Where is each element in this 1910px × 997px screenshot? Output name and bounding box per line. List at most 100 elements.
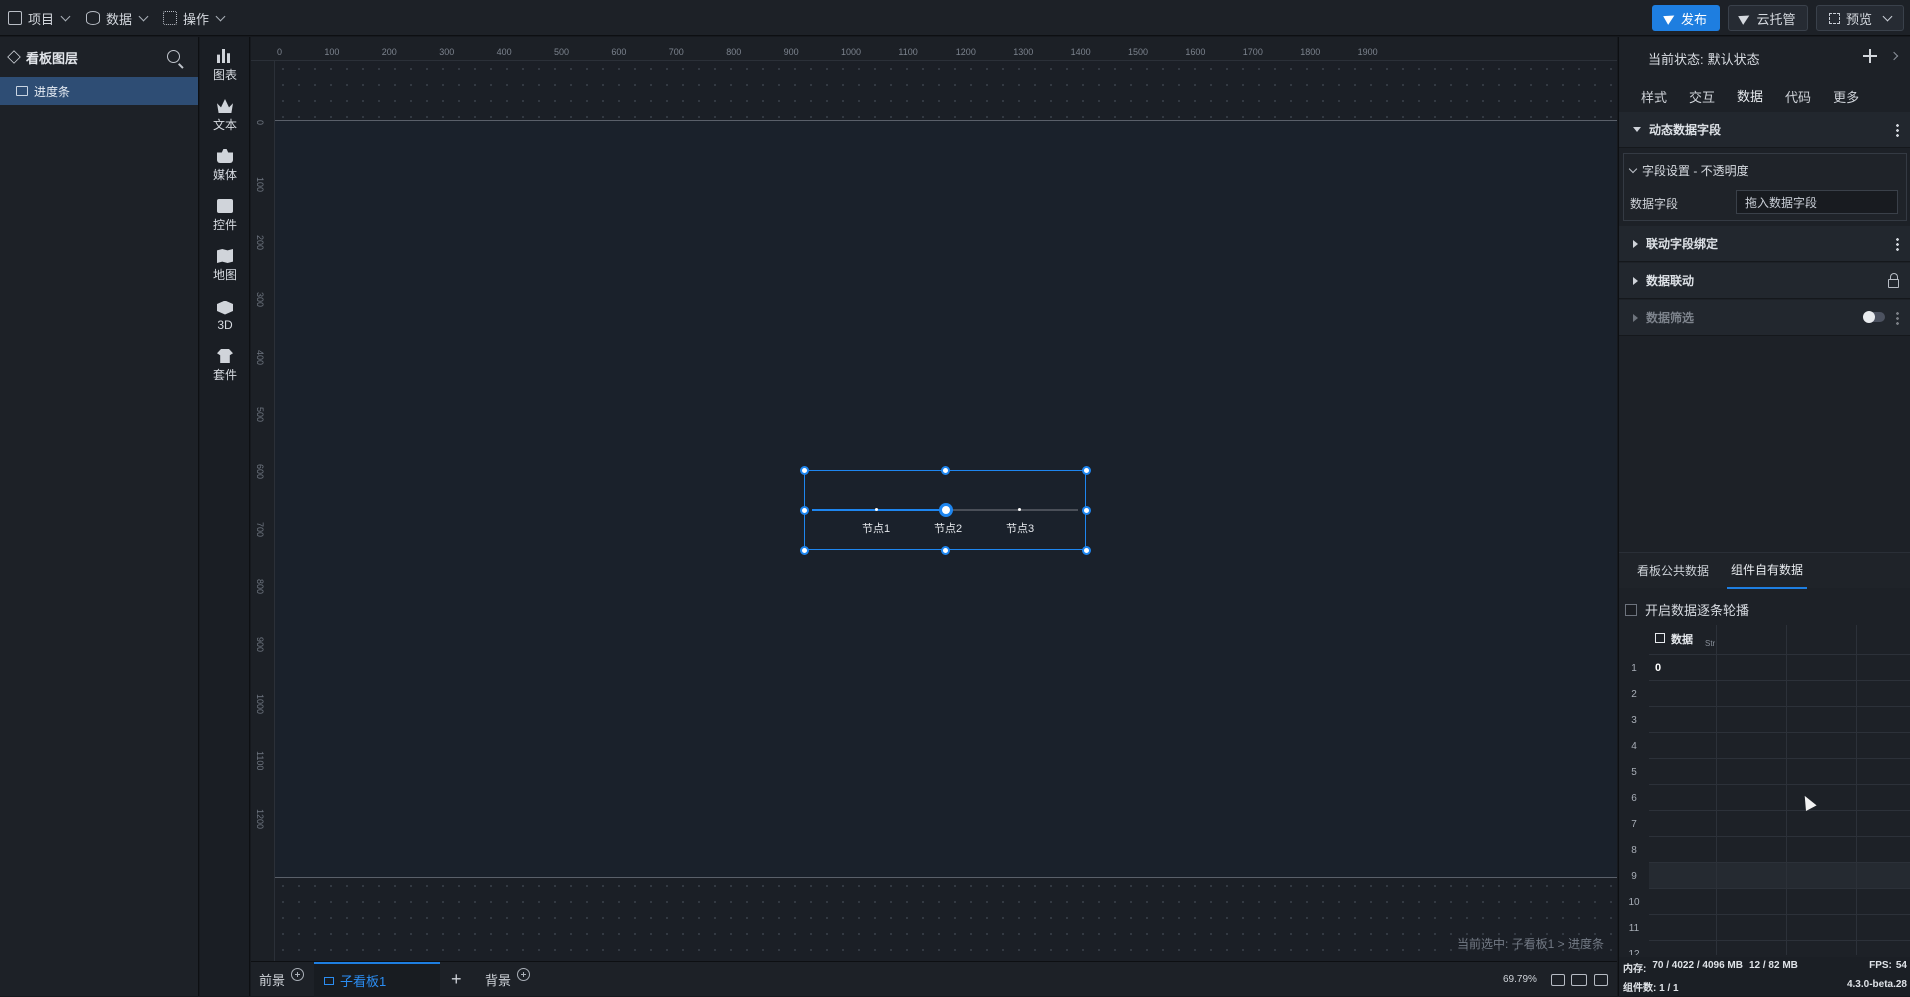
grid-cell[interactable]: [1857, 863, 1910, 889]
more-vertical-icon[interactable]: [1896, 237, 1899, 251]
menu-data[interactable]: 数据: [86, 0, 149, 36]
carousel-checkbox[interactable]: [1625, 603, 1637, 616]
terminal-icon[interactable]: [1594, 974, 1608, 986]
grid-cell[interactable]: [1787, 707, 1857, 733]
grid-cell[interactable]: 0: [1649, 655, 1717, 681]
resize-handle[interactable]: [1082, 506, 1091, 515]
carousel-option[interactable]: 开启数据逐条轮播: [1625, 600, 1749, 619]
ruler-vertical[interactable]: 0 100 200 300 400 500 600 700 800 900 1000 1100 1200: [251, 61, 275, 961]
lock-icon[interactable]: [1888, 273, 1899, 288]
grid-cell[interactable]: [1649, 733, 1717, 759]
grid-cell[interactable]: [1857, 759, 1910, 785]
data-field-dropzone[interactable]: 拖入数据字段: [1736, 190, 1898, 214]
grid-cell[interactable]: [1857, 681, 1910, 707]
grid-header-cell[interactable]: [1787, 625, 1857, 655]
grid-cell[interactable]: [1857, 733, 1910, 759]
grid-cell[interactable]: [1717, 837, 1787, 863]
section-linked-fields[interactable]: 联动字段绑定: [1619, 226, 1910, 262]
grid-cell[interactable]: [1787, 681, 1857, 707]
tab-interaction[interactable]: 交互: [1685, 79, 1719, 115]
fit-screen-icon[interactable]: [1551, 974, 1565, 986]
section-data-filter[interactable]: 数据筛选: [1619, 300, 1910, 336]
grid-cell[interactable]: [1857, 785, 1910, 811]
tool-text[interactable]: 文本: [200, 91, 250, 141]
tab-public-data[interactable]: 看板公共数据: [1633, 553, 1713, 589]
tab-sub-board[interactable]: 子看板1: [314, 962, 440, 997]
grid-cell[interactable]: [1717, 889, 1787, 915]
tool-widget[interactable]: 控件: [200, 191, 250, 241]
grid-header-cell[interactable]: [1857, 625, 1910, 655]
grid-cell[interactable]: [1717, 733, 1787, 759]
preview-button[interactable]: 预览: [1816, 5, 1904, 31]
resize-handle[interactable]: [800, 506, 809, 515]
ruler-horizontal[interactable]: 0 100 200 300 400 500 600 700 800 900 1000 1100 1200…: [251, 37, 1617, 61]
selected-progress-widget[interactable]: [804, 470, 1086, 550]
field-setting-header[interactable]: 字段设置 - 不透明度: [1628, 162, 1749, 179]
grid-cell[interactable]: [1857, 811, 1910, 837]
grid-cell[interactable]: [1857, 941, 1910, 955]
grid-cell[interactable]: [1717, 915, 1787, 941]
tab-more[interactable]: 更多: [1829, 79, 1863, 115]
grid-cell[interactable]: [1649, 941, 1717, 955]
grid-cell[interactable]: [1649, 889, 1717, 915]
grid-cell[interactable]: [1649, 681, 1717, 707]
grid-cell[interactable]: [1649, 915, 1717, 941]
section-dynamic-fields[interactable]: 动态数据字段: [1619, 112, 1910, 148]
grid-cell[interactable]: [1717, 655, 1787, 681]
grid-cell[interactable]: [1787, 889, 1857, 915]
grid-header-cell[interactable]: 数据 Str: [1649, 625, 1717, 655]
grid-cell[interactable]: [1649, 785, 1717, 811]
layer-item-progress[interactable]: 进度条: [0, 77, 198, 105]
grid-cell[interactable]: [1649, 863, 1717, 889]
grid-cell[interactable]: [1717, 681, 1787, 707]
add-state-icon[interactable]: [1863, 49, 1877, 63]
grid-cell[interactable]: [1649, 837, 1717, 863]
tab-data[interactable]: 数据: [1733, 79, 1768, 115]
grid-cell[interactable]: [1857, 655, 1910, 681]
grid-cell[interactable]: [1857, 889, 1910, 915]
grid-cell[interactable]: [1857, 837, 1910, 863]
grid-cell[interactable]: [1787, 785, 1857, 811]
tool-3d[interactable]: 3D: [200, 291, 250, 341]
zoom-level[interactable]: 69.79%: [1503, 962, 1537, 997]
tool-chart[interactable]: 图表: [200, 41, 250, 91]
more-vertical-icon[interactable]: [1896, 123, 1899, 137]
data-grid[interactable]: 数据 Str 1 0 2 3 4 5 6 7 8 9 10 11 12: [1619, 625, 1910, 955]
grid-cell[interactable]: [1787, 915, 1857, 941]
section-data-linkage[interactable]: 数据联动: [1619, 263, 1910, 299]
add-circle-icon[interactable]: [517, 968, 531, 981]
grid-cell[interactable]: [1717, 707, 1787, 733]
grid-cell[interactable]: [1787, 759, 1857, 785]
menu-operation[interactable]: 操作: [163, 0, 226, 36]
add-circle-icon[interactable]: [291, 968, 305, 981]
tool-kit[interactable]: 套件: [200, 341, 250, 391]
grid-cell[interactable]: [1717, 863, 1787, 889]
resize-handle[interactable]: [800, 546, 809, 555]
tab-own-data[interactable]: 组件自有数据: [1727, 553, 1808, 589]
grid-cell[interactable]: [1857, 707, 1910, 733]
resize-handle[interactable]: [1082, 466, 1091, 475]
grid-cell[interactable]: [1649, 759, 1717, 785]
grid-cell[interactable]: [1717, 941, 1787, 955]
grid-cell[interactable]: [1717, 811, 1787, 837]
menu-project[interactable]: 项目: [8, 0, 71, 36]
filter-toggle[interactable]: [1863, 311, 1885, 323]
tool-media[interactable]: 媒体: [200, 141, 250, 191]
grid-cell[interactable]: [1787, 837, 1857, 863]
state-value[interactable]: 默认状态: [1708, 49, 1760, 68]
tab-foreground[interactable]: 前景: [259, 962, 305, 997]
search-icon[interactable]: [167, 50, 180, 63]
add-board-button[interactable]: +: [451, 962, 462, 997]
tool-map[interactable]: 地图: [200, 241, 250, 291]
resize-handle[interactable]: [800, 466, 809, 475]
grid-cell[interactable]: [1787, 941, 1857, 955]
chevron-right-icon[interactable]: [1889, 51, 1899, 61]
grid-cell[interactable]: [1717, 759, 1787, 785]
cloud-hosting-button[interactable]: 云托管: [1728, 5, 1808, 31]
grid-cell[interactable]: [1649, 707, 1717, 733]
tab-code[interactable]: 代码: [1781, 79, 1815, 115]
grid-cell[interactable]: [1787, 811, 1857, 837]
grid-cell[interactable]: [1787, 863, 1857, 889]
grid-cell[interactable]: [1717, 785, 1787, 811]
grid-cell[interactable]: [1787, 655, 1857, 681]
